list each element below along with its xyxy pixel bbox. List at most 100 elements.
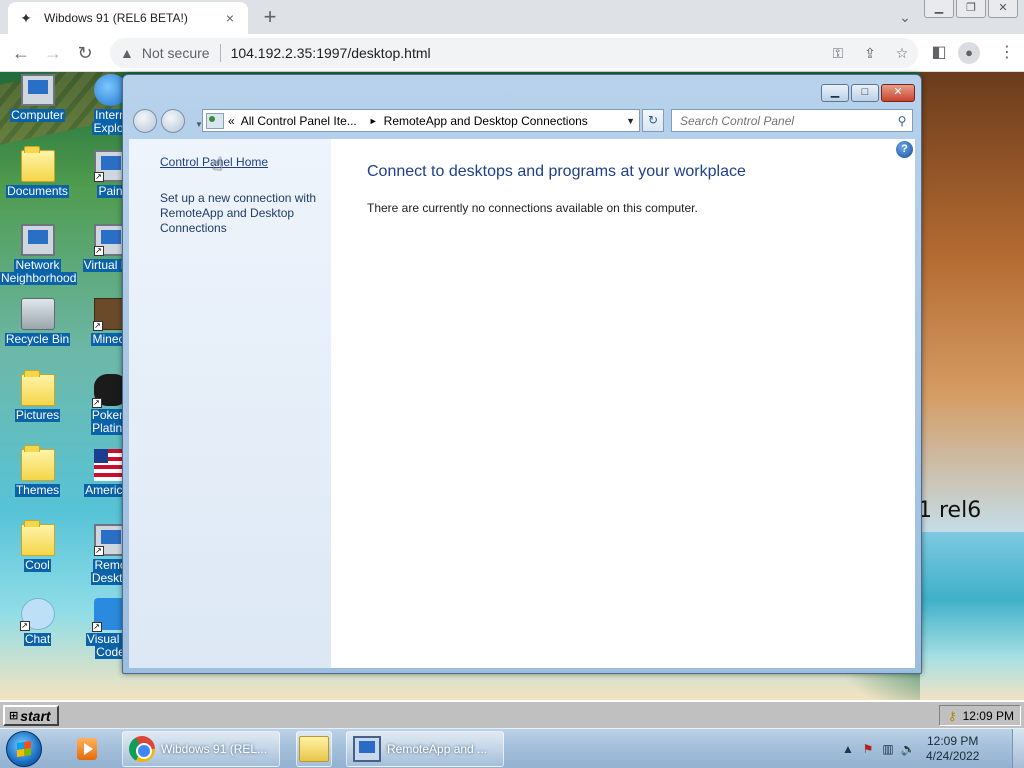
back-button-icon[interactable] xyxy=(133,109,157,133)
taskbar-chrome-label: Wibdows 91 (REL... xyxy=(161,742,268,756)
computer-icon xyxy=(20,74,55,106)
media-player-button[interactable] xyxy=(64,731,110,767)
desktop-icon-label: Recycle Bin xyxy=(4,332,71,346)
start-button[interactable]: ⊞ start xyxy=(3,705,59,726)
media-player-icon xyxy=(77,738,97,760)
browser-window-controls: ▁ ❐ ✕ xyxy=(924,0,1018,18)
page-title: Connect to desktops and programs at your… xyxy=(367,163,746,180)
network-icon[interactable]: ▥ xyxy=(878,742,898,756)
host-date: 4/24/2022 xyxy=(926,749,980,763)
close-icon[interactable]: ✕ xyxy=(881,84,915,102)
host-system-tray: ▲ ⚑ ▥ 🔈 12:09 PM 4/24/2022 xyxy=(838,729,1024,768)
taskbar-explorer-button[interactable] xyxy=(296,731,332,767)
search-box[interactable]: ⚲ xyxy=(671,109,913,132)
volume-icon[interactable]: 🔈 xyxy=(898,742,918,756)
window-controls: ▁ □ ✕ xyxy=(821,84,915,102)
browser-tabstrip: ✦ Wibdows 91 (REL6 BETA!) × + ⌄ ▁ ❐ ✕ xyxy=(0,0,1024,34)
windows-logo-icon: ⊞ xyxy=(9,710,19,722)
shortcut-arrow-icon: ↗ xyxy=(93,172,104,182)
show-hidden-icons-icon[interactable]: ▲ xyxy=(838,742,858,756)
desktop-icon-recycle-bin[interactable]: Recycle Bin xyxy=(0,298,75,346)
left-task-pane: Control Panel Home Set up a new connecti… xyxy=(129,139,331,668)
folder-icon xyxy=(20,146,55,182)
recycle-bin-icon xyxy=(20,298,55,330)
remote-desktop-icon xyxy=(353,736,381,762)
browser-tab[interactable]: ✦ Wibdows 91 (REL6 BETA!) × xyxy=(8,2,248,34)
url-text[interactable]: 104.192.2.35:1997/desktop.html xyxy=(231,45,822,61)
host-clock[interactable]: 12:09 PM 4/24/2022 xyxy=(926,734,979,764)
back-arrow-icon[interactable]: ← xyxy=(8,40,34,66)
desktop-icon-label: Pain xyxy=(97,184,124,198)
desktop-icon-pictures[interactable]: Pictures xyxy=(0,370,75,422)
setup-new-connection-link[interactable]: Set up a new connection with RemoteApp a… xyxy=(160,191,325,236)
tab-close-icon[interactable]: × xyxy=(222,10,238,26)
search-input[interactable] xyxy=(680,113,892,128)
desktop-icon-label: Chat xyxy=(23,632,52,646)
side-panel-icon[interactable]: ◧ xyxy=(926,40,952,66)
control-panel-address-bar[interactable]: « All Control Panel Ite... ► RemoteApp a… xyxy=(202,109,640,132)
breadcrumb-remoteapp[interactable]: RemoteApp and Desktop Connections xyxy=(384,114,588,128)
share-icon[interactable]: ⇪ xyxy=(854,45,886,62)
shortcut-arrow-icon: ↗ xyxy=(91,398,102,408)
desktop-icon-chat[interactable]: ↗ Chat xyxy=(0,598,75,646)
control-panel-window: ▁ □ ✕ ▼ « All Control Panel Ite... ► Rem… xyxy=(122,74,922,674)
close-window-icon[interactable]: ✕ xyxy=(988,0,1018,18)
profile-avatar-icon[interactable]: ● xyxy=(958,42,980,64)
forward-arrow-icon[interactable]: → xyxy=(40,40,66,66)
wallpaper-sea xyxy=(920,532,1024,700)
chrome-icon xyxy=(129,736,155,762)
taskbar-remoteapp-label: RemoteApp and ... xyxy=(387,742,488,756)
bookmark-star-icon[interactable]: ☆ xyxy=(886,45,918,62)
taskbar-chrome-button[interactable]: Wibdows 91 (REL... xyxy=(122,731,280,767)
desktop-icon-label: Themes xyxy=(14,483,61,497)
chat-bubble-icon: ↗ xyxy=(19,598,55,631)
warning-triangle-icon[interactable]: ▲ xyxy=(120,45,134,61)
address-bar[interactable]: ▲ Not secure 104.192.2.35:1997/desktop.h… xyxy=(110,38,918,68)
desktop-icon-documents[interactable]: Documents xyxy=(0,146,75,198)
desktop-icon-label: Documents xyxy=(6,184,69,198)
new-tab-button[interactable]: + xyxy=(256,4,284,30)
action-center-flag-icon[interactable]: ⚑ xyxy=(858,742,878,756)
network-computers-icon xyxy=(20,224,55,256)
search-icon[interactable]: ⚲ xyxy=(892,114,912,128)
breadcrumb-overflow[interactable]: « xyxy=(228,114,235,128)
help-icon[interactable]: ? xyxy=(896,141,913,158)
menu-kebab-icon[interactable]: ⋮ xyxy=(994,40,1020,66)
reload-icon[interactable]: ↻ xyxy=(72,40,98,66)
desktop-icon-label: Computer xyxy=(10,108,65,122)
show-desktop-button[interactable] xyxy=(1012,729,1024,768)
minimize-icon[interactable]: ▁ xyxy=(821,84,849,102)
win91-clock[interactable]: 12:09 PM xyxy=(963,709,1014,723)
forward-button-icon[interactable] xyxy=(161,109,185,133)
tab-title: Wibdows 91 (REL6 BETA!) xyxy=(44,11,188,25)
key-icon[interactable]: ⚿ xyxy=(822,45,854,62)
folder-icon xyxy=(20,445,55,481)
desktop-icon-cool[interactable]: Cool xyxy=(0,520,75,572)
restore-window-icon[interactable]: ❐ xyxy=(956,0,986,18)
site-favicon-icon: ✦ xyxy=(20,9,32,26)
desktop-icon-network-neighborhood[interactable]: Network Neighborhood xyxy=(0,224,78,285)
main-content: Connect to desktops and programs at your… xyxy=(331,139,915,668)
address-dropdown-icon[interactable]: ▼ xyxy=(626,116,635,126)
minimize-window-icon[interactable]: ▁ xyxy=(924,0,954,18)
windows-start-orb-icon[interactable] xyxy=(6,731,42,767)
shortcut-arrow-icon: ↗ xyxy=(19,621,30,631)
security-status[interactable]: Not secure xyxy=(142,45,210,61)
refresh-icon[interactable]: ↻ xyxy=(642,109,664,132)
desktop-icon-label: Cool xyxy=(24,558,51,572)
key-tray-icon[interactable]: ⚷ xyxy=(948,709,957,723)
shortcut-arrow-icon: ↗ xyxy=(93,546,104,556)
browser-toolbar: ← → ↻ ▲ Not secure 104.192.2.35:1997/des… xyxy=(0,34,1024,72)
win91-system-tray: ⚷ 12:09 PM xyxy=(939,705,1021,726)
maximize-icon[interactable]: □ xyxy=(851,84,879,102)
tab-search-icon[interactable]: ⌄ xyxy=(894,6,916,28)
folder-icon xyxy=(20,370,55,406)
navigation-buttons: ▼ xyxy=(133,108,203,134)
desktop-icon-computer[interactable]: Computer xyxy=(0,74,75,122)
win91-taskbar: ⊞ start ⚷ 12:09 PM xyxy=(0,700,1024,728)
breadcrumb-all-items[interactable]: All Control Panel Ite... xyxy=(241,114,357,128)
desktop-icon-themes[interactable]: Themes xyxy=(0,445,75,497)
status-message: There are currently no connections avail… xyxy=(367,201,698,215)
breadcrumb-chevron-icon[interactable]: ► xyxy=(369,116,378,126)
taskbar-remoteapp-button[interactable]: RemoteApp and ... xyxy=(346,731,504,767)
